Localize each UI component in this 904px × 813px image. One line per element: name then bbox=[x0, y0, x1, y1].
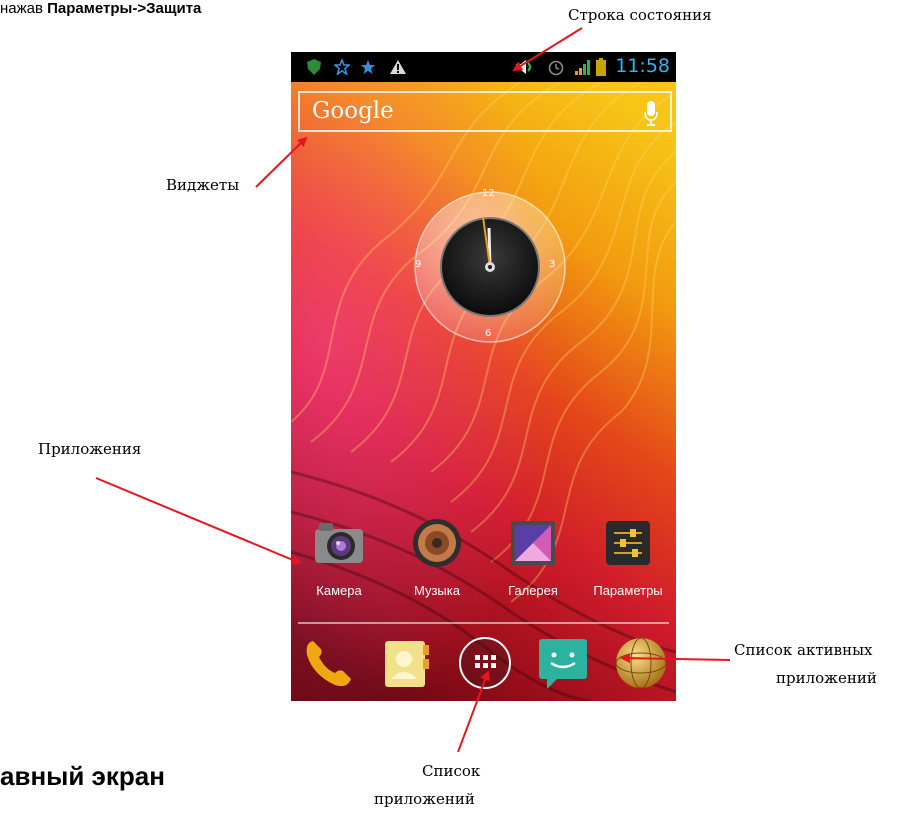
phone-icon[interactable] bbox=[301, 635, 357, 691]
clock-number-12: 12 bbox=[482, 188, 495, 199]
star-outline-icon bbox=[331, 56, 353, 78]
battery-icon bbox=[594, 56, 608, 78]
intro-prefix: нажав bbox=[0, 0, 48, 17]
section-heading: авный экран bbox=[0, 761, 165, 791]
document-intro-line: нажав Параметры->Защита bbox=[0, 0, 201, 17]
app-camera-label: Камера bbox=[316, 583, 362, 598]
google-search-widget[interactable]: Google bbox=[298, 91, 672, 132]
messaging-icon[interactable] bbox=[535, 635, 591, 691]
app-drawer-icon[interactable] bbox=[457, 635, 513, 691]
settings-sliders-icon bbox=[606, 521, 650, 565]
speaker-icon bbox=[513, 56, 537, 78]
callout-app-list-line2: приложений bbox=[374, 790, 475, 808]
app-gallery[interactable]: Галерея bbox=[485, 517, 581, 607]
callout-app-list-line1: Список bbox=[422, 762, 481, 780]
shield-icon bbox=[303, 56, 325, 78]
browser-globe-icon[interactable] bbox=[613, 635, 669, 691]
music-speaker-icon bbox=[413, 519, 461, 567]
callout-apps: Приложения bbox=[38, 440, 142, 458]
alarm-icon bbox=[545, 56, 567, 78]
analog-clock-widget[interactable]: 12 3 6 9 bbox=[413, 188, 567, 344]
status-time: 11:58 bbox=[615, 55, 670, 77]
status-bar: 11:58 bbox=[291, 52, 676, 82]
app-music-label: Музыка bbox=[414, 583, 460, 598]
app-settings-label: Параметры bbox=[593, 583, 663, 598]
star-icon bbox=[357, 56, 379, 78]
arrow-apps bbox=[95, 477, 302, 565]
callout-active-apps-line2: приложений bbox=[776, 669, 877, 687]
clock-number-9: 9 bbox=[415, 259, 422, 270]
camera-icon bbox=[315, 523, 363, 563]
warning-icon bbox=[387, 56, 409, 78]
phone-home-screen: 11:58 Google 12 3 6 9 Камера Музыка Гале… bbox=[291, 52, 676, 701]
app-camera[interactable]: Камера bbox=[291, 517, 387, 607]
callout-active-apps-line1: Список активных bbox=[734, 641, 873, 659]
callout-status-bar: Строка состояния bbox=[568, 6, 712, 24]
contacts-icon[interactable] bbox=[379, 635, 435, 691]
intro-bold-path: Параметры->Защита bbox=[47, 0, 202, 17]
gallery-icon bbox=[511, 521, 555, 565]
app-music[interactable]: Музыка bbox=[389, 517, 485, 607]
microphone-icon[interactable] bbox=[644, 100, 658, 126]
app-gallery-label: Галерея bbox=[508, 583, 558, 598]
app-settings[interactable]: Параметры bbox=[580, 517, 676, 607]
google-search-label: Google bbox=[312, 98, 394, 124]
clock-number-3: 3 bbox=[549, 259, 556, 270]
signal-icon bbox=[573, 56, 593, 78]
clock-face-icon bbox=[414, 191, 566, 343]
clock-number-6: 6 bbox=[485, 328, 492, 339]
dock-divider bbox=[298, 622, 669, 624]
callout-widgets: Виджеты bbox=[166, 176, 240, 194]
